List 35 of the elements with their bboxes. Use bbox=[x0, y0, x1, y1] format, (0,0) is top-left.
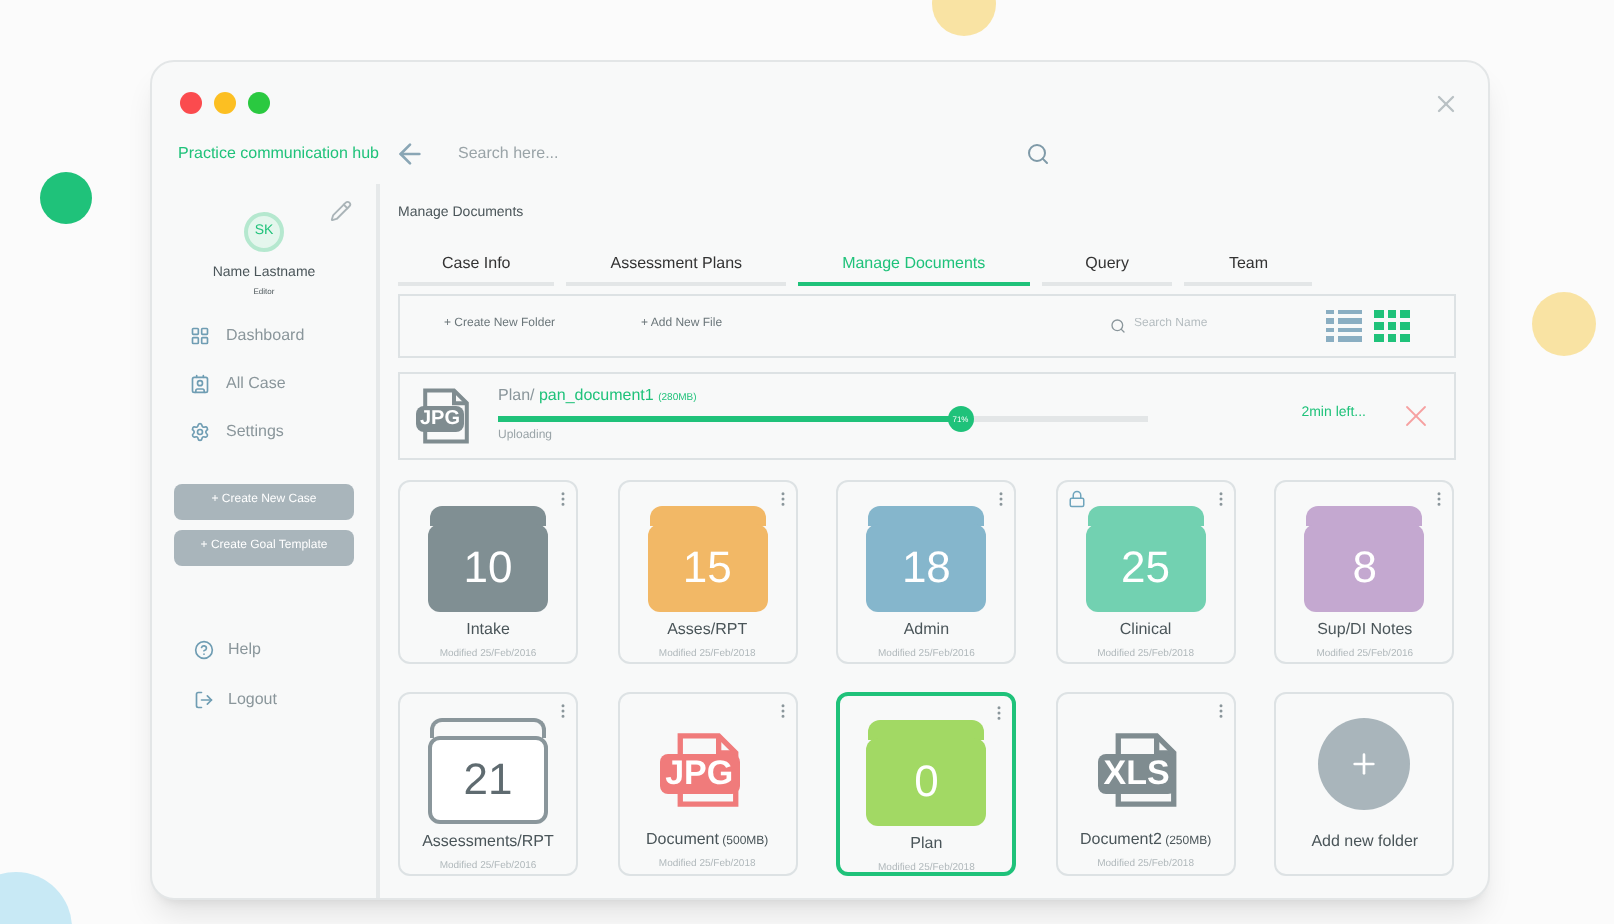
nav-icon bbox=[194, 639, 214, 659]
card-title: Sup/DI Notes bbox=[1317, 617, 1413, 641]
tab[interactable]: Assessment Plans bbox=[566, 245, 787, 285]
folder-count: 18 bbox=[866, 523, 987, 611]
folder-count: 25 bbox=[1085, 523, 1206, 611]
card-title: Admin bbox=[903, 617, 950, 641]
search-icon[interactable] bbox=[1026, 142, 1050, 166]
list-view-icon[interactable] bbox=[1326, 309, 1362, 341]
add-folder-card[interactable]: Add new folder bbox=[1274, 691, 1455, 875]
card-title: Add new folder bbox=[1311, 829, 1419, 853]
search-field[interactable]: Search here... bbox=[458, 142, 1018, 166]
card-title: Intake bbox=[466, 617, 510, 641]
tab[interactable]: Case Info bbox=[398, 245, 555, 285]
tab[interactable]: Query bbox=[1041, 245, 1173, 285]
card-title: Assessments/RPT bbox=[422, 829, 554, 853]
edit-icon[interactable] bbox=[330, 200, 352, 222]
folder-count: 0 bbox=[866, 737, 987, 825]
card-title: Plan bbox=[910, 831, 943, 855]
folder-count: 10 bbox=[428, 523, 548, 611]
grid-view-icon[interactable] bbox=[1374, 309, 1410, 341]
card-title: Clinical bbox=[1119, 617, 1172, 641]
app-title: Practice communication hub bbox=[176, 142, 380, 166]
nav-icon bbox=[194, 689, 214, 709]
folder-count: 21 bbox=[428, 735, 548, 823]
folder-count: 8 bbox=[1304, 523, 1425, 611]
nav-icon bbox=[190, 325, 210, 345]
file-type-label: XLS bbox=[1097, 753, 1176, 794]
file-type-label: JPG bbox=[416, 405, 465, 431]
file-type-label: JPG bbox=[659, 753, 740, 794]
nav-icon bbox=[190, 421, 210, 441]
tab[interactable]: Team bbox=[1184, 245, 1313, 285]
nav-icon bbox=[190, 373, 210, 393]
card-title: Asses/RPT bbox=[667, 617, 748, 641]
folder-count: 15 bbox=[647, 523, 768, 611]
search-icon bbox=[1110, 317, 1126, 333]
